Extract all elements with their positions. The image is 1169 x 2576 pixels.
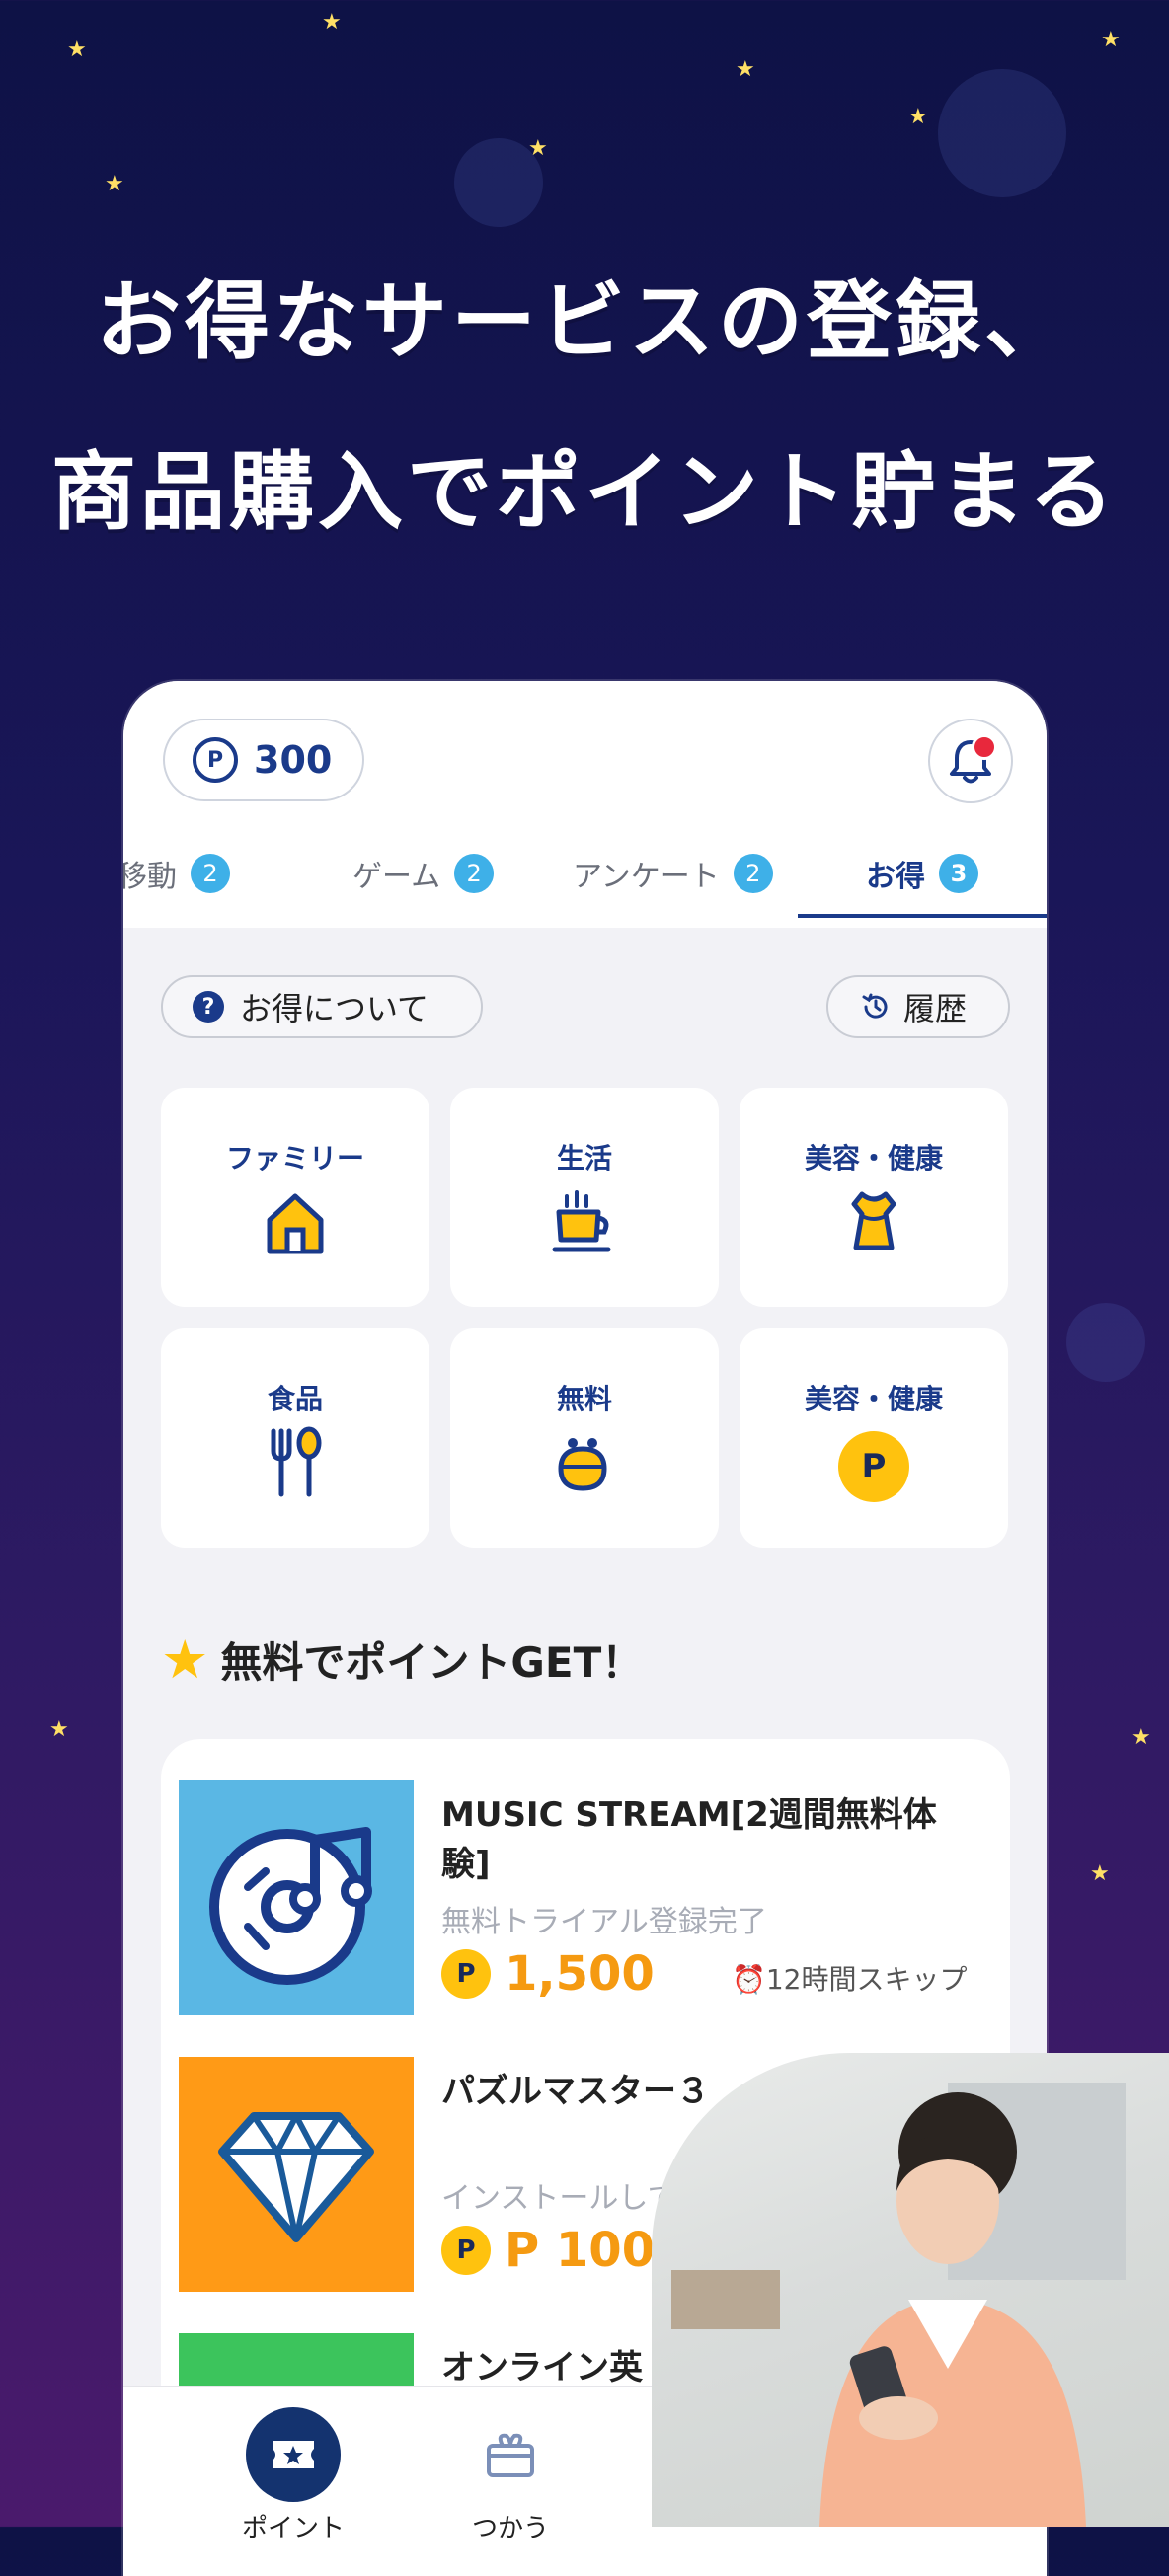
category-label: 食品	[267, 1383, 323, 1415]
active-tab-indicator	[798, 914, 1047, 918]
point-symbol-icon: P	[193, 737, 238, 783]
coin-purse-icon	[558, 1438, 607, 1491]
about-deals-button[interactable]: ? お得について	[161, 975, 483, 1038]
tab-badge: 2	[191, 854, 230, 893]
category-card-beauty-health-points[interactable]: 美容・健康 P	[740, 1328, 1008, 1548]
offer-price: P P 100	[441, 2223, 655, 2278]
points-balance-button[interactable]: P 300	[163, 719, 364, 801]
tab-label: 移動	[123, 860, 177, 894]
tab-survey[interactable]: アンケート 2	[573, 829, 773, 918]
offer-thumbnail	[179, 1780, 414, 2015]
notification-dot	[972, 734, 997, 760]
offer-price: P 1,500	[441, 1946, 655, 2002]
star-icon: ★	[161, 1629, 209, 1691]
question-icon: ?	[193, 991, 224, 1023]
category-label: 無料	[556, 1383, 612, 1415]
category-card-life[interactable]: 生活	[450, 1088, 719, 1307]
point-coin-icon: P	[838, 1431, 909, 1502]
nav-points[interactable]: ポイント	[219, 2407, 367, 2544]
about-deals-label: お得について	[240, 990, 429, 1027]
star-decor: ★	[1131, 1725, 1151, 1750]
headline-line-2: 商品購入でポイント貯まる	[51, 443, 1118, 542]
coffee-cup-icon	[552, 1190, 611, 1252]
music-disc-icon	[209, 1827, 372, 1985]
promo-photo	[652, 2053, 1169, 2527]
tab-move[interactable]: 移動 2	[123, 829, 230, 918]
tab-label: ゲーム	[352, 860, 441, 894]
tab-deals[interactable]: お得 3	[866, 829, 978, 918]
star-decor: ★	[67, 38, 87, 62]
point-coin-icon: P	[441, 1949, 491, 1999]
tab-game[interactable]: ゲーム 2	[352, 829, 495, 918]
tab-label: アンケート	[573, 860, 720, 894]
fork-spoon-icon	[271, 1426, 322, 1497]
star-decor: ★	[322, 10, 342, 35]
ticket-star-icon	[273, 2441, 314, 2468]
bell-icon	[950, 740, 991, 784]
notification-button[interactable]	[928, 719, 1013, 803]
point-coin-icon: P	[441, 2226, 491, 2275]
diamond-icon	[218, 2112, 374, 2242]
tab-label: お得	[866, 860, 925, 894]
offer-title: MUSIC STREAM[2週間無料体験]	[441, 1795, 937, 1884]
gift-icon	[487, 2433, 534, 2477]
dress-icon	[851, 1191, 896, 1250]
star-decor: ★	[1101, 28, 1121, 52]
tab-badge: 2	[454, 854, 495, 893]
points-value: 300	[254, 738, 333, 782]
offer-points: P 100	[505, 2223, 656, 2278]
offer-subtitle: 無料トライアル登録完了	[441, 1905, 767, 1939]
app-header: P 300 移動 2 ゲーム 2 アンケート 2 お得 3	[123, 681, 1047, 928]
category-card-food[interactable]: 食品	[161, 1328, 429, 1548]
star-decor: ★	[105, 172, 124, 196]
category-label: 生活	[556, 1142, 612, 1174]
history-label: 履歴	[903, 990, 968, 1027]
category-label: 美容・健康	[804, 1142, 943, 1174]
category-label: 美容・健康	[804, 1383, 943, 1415]
tab-badge: 3	[939, 854, 978, 893]
headline-line-1: お得なサービスの登録、	[96, 272, 1073, 371]
tab-badge: 2	[733, 854, 773, 893]
nav-use[interactable]: つかう	[436, 2407, 584, 2544]
category-card-free[interactable]: 無料	[450, 1328, 719, 1548]
house-icon	[267, 1193, 324, 1254]
skip-timer: ⏰12時間スキップ	[732, 1963, 968, 1996]
star-decor: ★	[49, 1717, 69, 1742]
history-button[interactable]: 履歴	[826, 975, 1010, 1038]
category-card-family[interactable]: ファミリー	[161, 1088, 429, 1307]
star-decor: ★	[908, 105, 928, 129]
woman-with-phone-illustration	[671, 2083, 1126, 2527]
section-title: 無料でポイントGET！	[220, 1638, 644, 1687]
category-tabs: 移動 2 ゲーム 2 アンケート 2 お得 3	[123, 829, 1047, 918]
category-label: ファミリー	[225, 1142, 364, 1174]
star-decor: ★	[1090, 1861, 1110, 1886]
offer-thumbnail	[179, 2057, 414, 2292]
offer-item[interactable]: MUSIC STREAM[2週間無料体験] 無料トライアル登録完了 P 1,50…	[179, 1780, 992, 2017]
offer-points: 1,500	[505, 1946, 655, 2002]
star-decor: ★	[736, 57, 755, 82]
section-header: ★ 無料でポイントGET！	[161, 1629, 643, 1691]
history-icon	[862, 993, 888, 1019]
category-card-beauty-health[interactable]: 美容・健康	[740, 1088, 1008, 1307]
